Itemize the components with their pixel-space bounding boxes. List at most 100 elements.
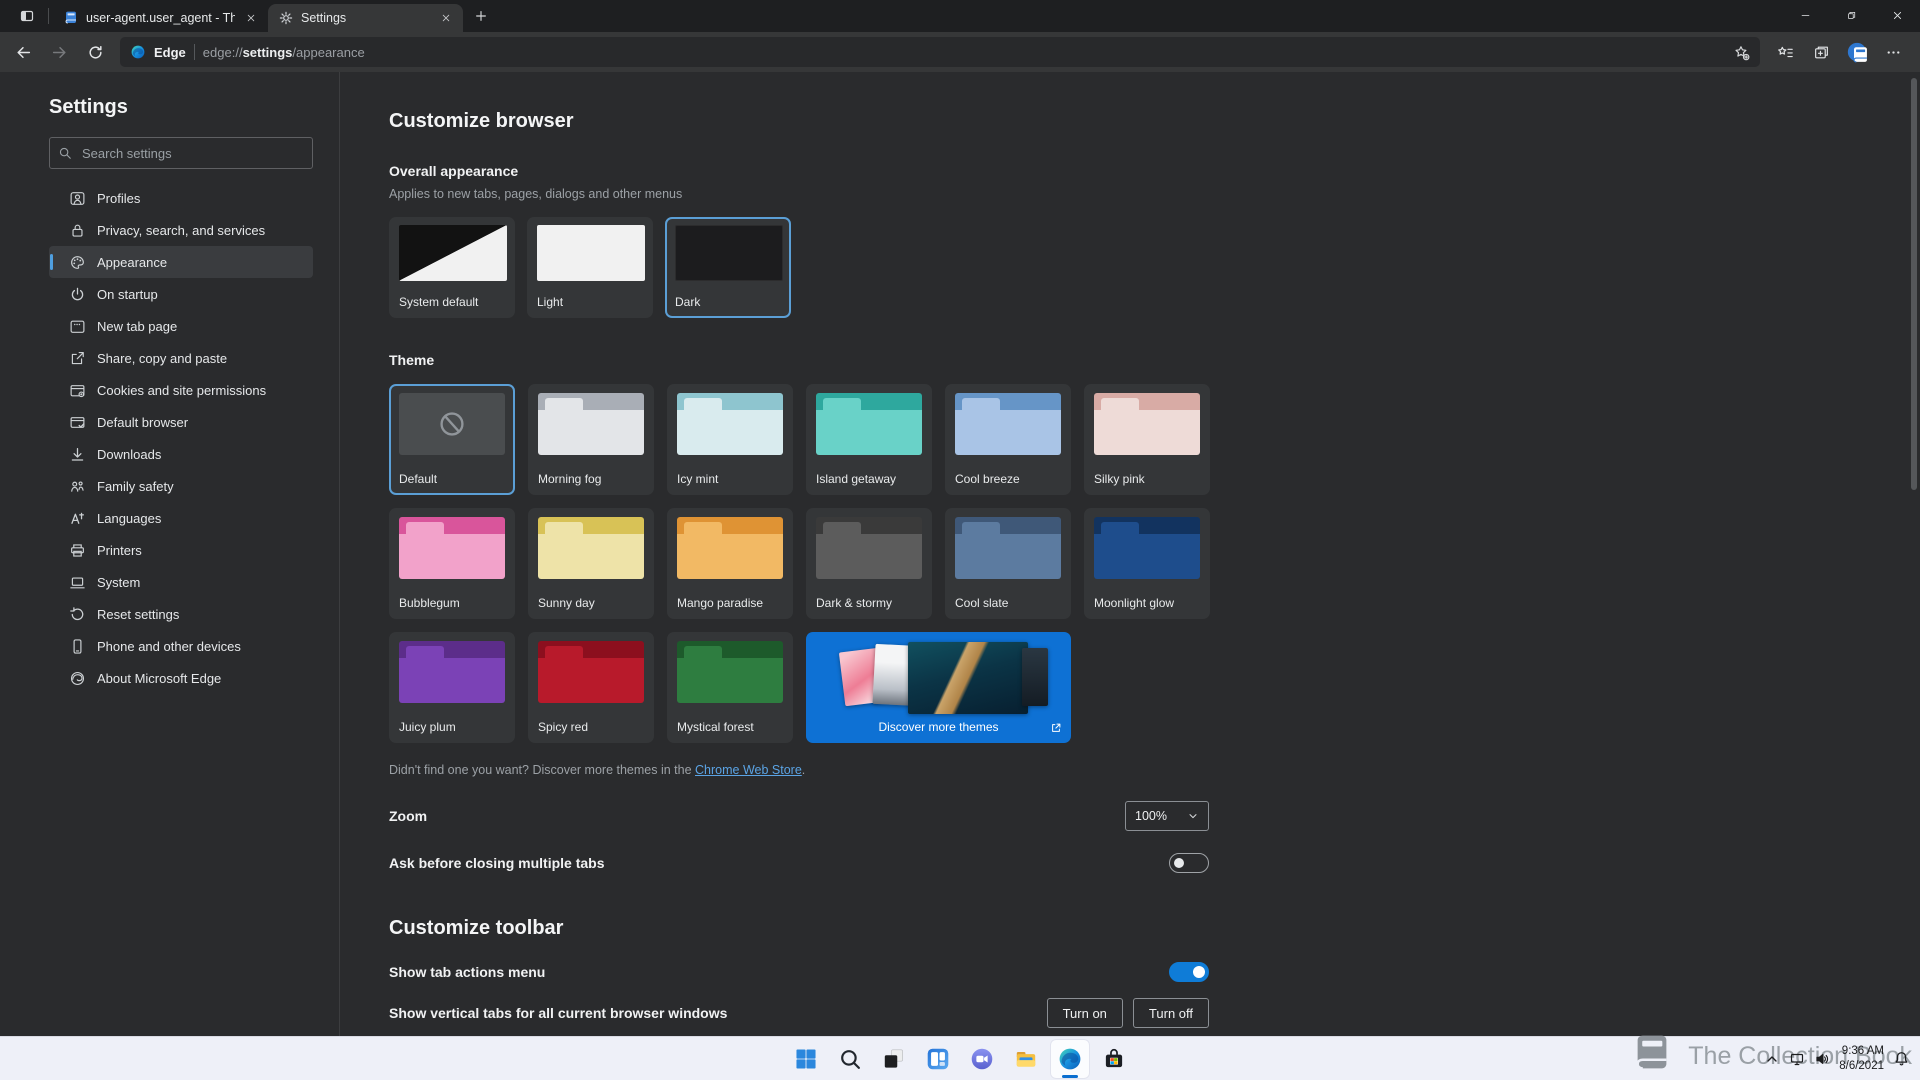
appearance-option-dark[interactable]: Dark [665, 217, 791, 318]
sidebar-item-system[interactable]: System [49, 566, 313, 598]
browser-tab-settings[interactable]: Settings [268, 4, 463, 32]
theme-card-spicy-red[interactable]: Spicy red [528, 632, 654, 743]
discover-more-themes-card[interactable]: Discover more themes [806, 632, 1071, 743]
appearance-option-label: Light [537, 295, 564, 309]
forward-button[interactable] [42, 36, 76, 68]
refresh-button[interactable] [78, 36, 112, 68]
taskbar-button-store[interactable] [1094, 1039, 1134, 1079]
book-icon [63, 10, 79, 26]
page-scrollbar[interactable] [1908, 72, 1920, 1036]
settings-search[interactable] [49, 137, 313, 169]
taskbar-button-widgets[interactable] [918, 1039, 958, 1079]
show-tab-actions-toggle[interactable] [1169, 962, 1209, 982]
show-tab-actions-label: Show tab actions menu [389, 964, 546, 980]
taskbar-clock[interactable]: 9:36 AM 8/6/2021 [1839, 1044, 1884, 1073]
back-arrow-icon [15, 44, 32, 61]
theme-card-icy-mint[interactable]: Icy mint [667, 384, 793, 495]
taskbar-button-taskbar-search[interactable] [830, 1039, 870, 1079]
taskbar-button-edge[interactable] [1050, 1038, 1090, 1079]
collections-button[interactable] [1804, 36, 1838, 68]
theme-photo [1022, 648, 1048, 706]
minimize-button[interactable] [1782, 0, 1828, 30]
theme-heading: Theme [389, 352, 435, 368]
theme-card-morning-fog[interactable]: Morning fog [528, 384, 654, 495]
network-icon[interactable] [1789, 1051, 1805, 1067]
taskbar-button-task-view[interactable] [874, 1039, 914, 1079]
sidebar-item-label: System [97, 574, 141, 590]
theme-label: Sunny day [538, 596, 595, 610]
zoom-label: Zoom [389, 808, 428, 824]
zoom-row: Zoom 100% [389, 801, 1209, 831]
ask-before-closing-toggle[interactable] [1169, 853, 1209, 873]
theme-card-bubblegum[interactable]: Bubblegum [389, 508, 515, 619]
sidebar-item-cookies-and-site-permissions[interactable]: Cookies and site permissions [49, 374, 313, 406]
theme-label: Bubblegum [399, 596, 460, 610]
turn-off-button[interactable]: Turn off [1132, 998, 1209, 1028]
sidebar-item-printers[interactable]: Printers [49, 534, 313, 566]
close-tab-button[interactable] [437, 9, 455, 27]
volume-icon[interactable] [1814, 1051, 1830, 1067]
add-favorite-button[interactable] [1726, 39, 1756, 65]
sidebar-item-on-startup[interactable]: On startup [49, 278, 313, 310]
sidebar-item-about-microsoft-edge[interactable]: About Microsoft Edge [49, 662, 313, 694]
collections-icon [1813, 44, 1830, 61]
notifications-bell-icon[interactable] [1893, 1050, 1910, 1067]
address-bar[interactable]: Edge edge://settings/appearance [120, 37, 1760, 67]
appearance-option-light[interactable]: Light [527, 217, 653, 318]
sidebar-item-downloads[interactable]: Downloads [49, 438, 313, 470]
theme-folder-preview [399, 641, 505, 703]
printer-icon [69, 542, 86, 559]
theme-card-dark-stormy[interactable]: Dark & stormy [806, 508, 932, 619]
back-button[interactable] [6, 36, 40, 68]
chrome-web-store-link[interactable]: Chrome Web Store [695, 763, 802, 777]
sidebar-item-family-safety[interactable]: Family safety [49, 470, 313, 502]
new-tab-button[interactable] [467, 3, 495, 29]
sidebar-item-reset-settings[interactable]: Reset settings [49, 598, 313, 630]
vertical-tabs-row: Show vertical tabs for all current brows… [389, 998, 1209, 1028]
theme-card-mango-paradise[interactable]: Mango paradise [667, 508, 793, 619]
theme-card-sunny-day[interactable]: Sunny day [528, 508, 654, 619]
appearance-option-system-default[interactable]: System default [389, 217, 515, 318]
theme-card-cool-breeze[interactable]: Cool breeze [945, 384, 1071, 495]
overall-appearance-subheading: Applies to new tabs, pages, dialogs and … [389, 187, 683, 201]
theme-card-juicy-plum[interactable]: Juicy plum [389, 632, 515, 743]
favorites-button[interactable] [1768, 36, 1802, 68]
theme-card-cool-slate[interactable]: Cool slate [945, 508, 1071, 619]
theme-card-mystical-forest[interactable]: Mystical forest [667, 632, 793, 743]
close-window-button[interactable] [1874, 0, 1920, 30]
sidebar-item-appearance[interactable]: Appearance [49, 246, 313, 278]
theme-card-default[interactable]: Default [389, 384, 515, 495]
share-icon [69, 350, 86, 367]
sidebar-item-label: Default browser [97, 414, 189, 430]
search-input[interactable] [80, 144, 304, 162]
taskbar-button-start[interactable] [786, 1039, 826, 1079]
sidebar-item-privacy-search-and-services[interactable]: Privacy, search, and services [49, 214, 313, 246]
taskbar-button-file-explorer[interactable] [1006, 1039, 1046, 1079]
scrollbar-thumb[interactable] [1911, 78, 1917, 490]
theme-card-moonlight-glow[interactable]: Moonlight glow [1084, 508, 1210, 619]
restore-button[interactable] [1828, 0, 1874, 30]
hidden-icons-chevron-icon[interactable] [1764, 1051, 1780, 1067]
sidebar-item-languages[interactable]: Languages [49, 502, 313, 534]
sidebar-item-label: Share, copy and paste [97, 350, 228, 366]
zoom-select[interactable]: 100% [1125, 801, 1209, 831]
sidebar-item-profiles[interactable]: Profiles [49, 182, 313, 214]
taskbar-button-chat[interactable] [962, 1039, 1002, 1079]
sidebar-item-share-copy-and-paste[interactable]: Share, copy and paste [49, 342, 313, 374]
sidebar-item-phone-and-other-devices[interactable]: Phone and other devices [49, 630, 313, 662]
sidebar-item-default-browser[interactable]: Default browser [49, 406, 313, 438]
sidebar-item-new-tab-page[interactable]: New tab page [49, 310, 313, 342]
turn-on-button[interactable]: Turn on [1046, 998, 1123, 1028]
close-tab-button[interactable] [242, 9, 260, 27]
theme-folder-preview [1094, 393, 1200, 455]
tab-actions-menu-button[interactable] [10, 3, 44, 29]
theme-card-silky-pink[interactable]: Silky pink [1084, 384, 1210, 495]
theme-label: Dark & stormy [816, 596, 893, 610]
theme-card-island-getaway[interactable]: Island getaway [806, 384, 932, 495]
privacy-lock-icon [69, 222, 86, 239]
book-extension-icon [1847, 42, 1868, 63]
refresh-icon [87, 44, 104, 61]
browser-tab-collection[interactable]: user-agent.user_agent - The Coll [53, 4, 268, 32]
settings-menu-button[interactable] [1876, 36, 1910, 68]
collection-extension-button[interactable] [1840, 36, 1874, 68]
